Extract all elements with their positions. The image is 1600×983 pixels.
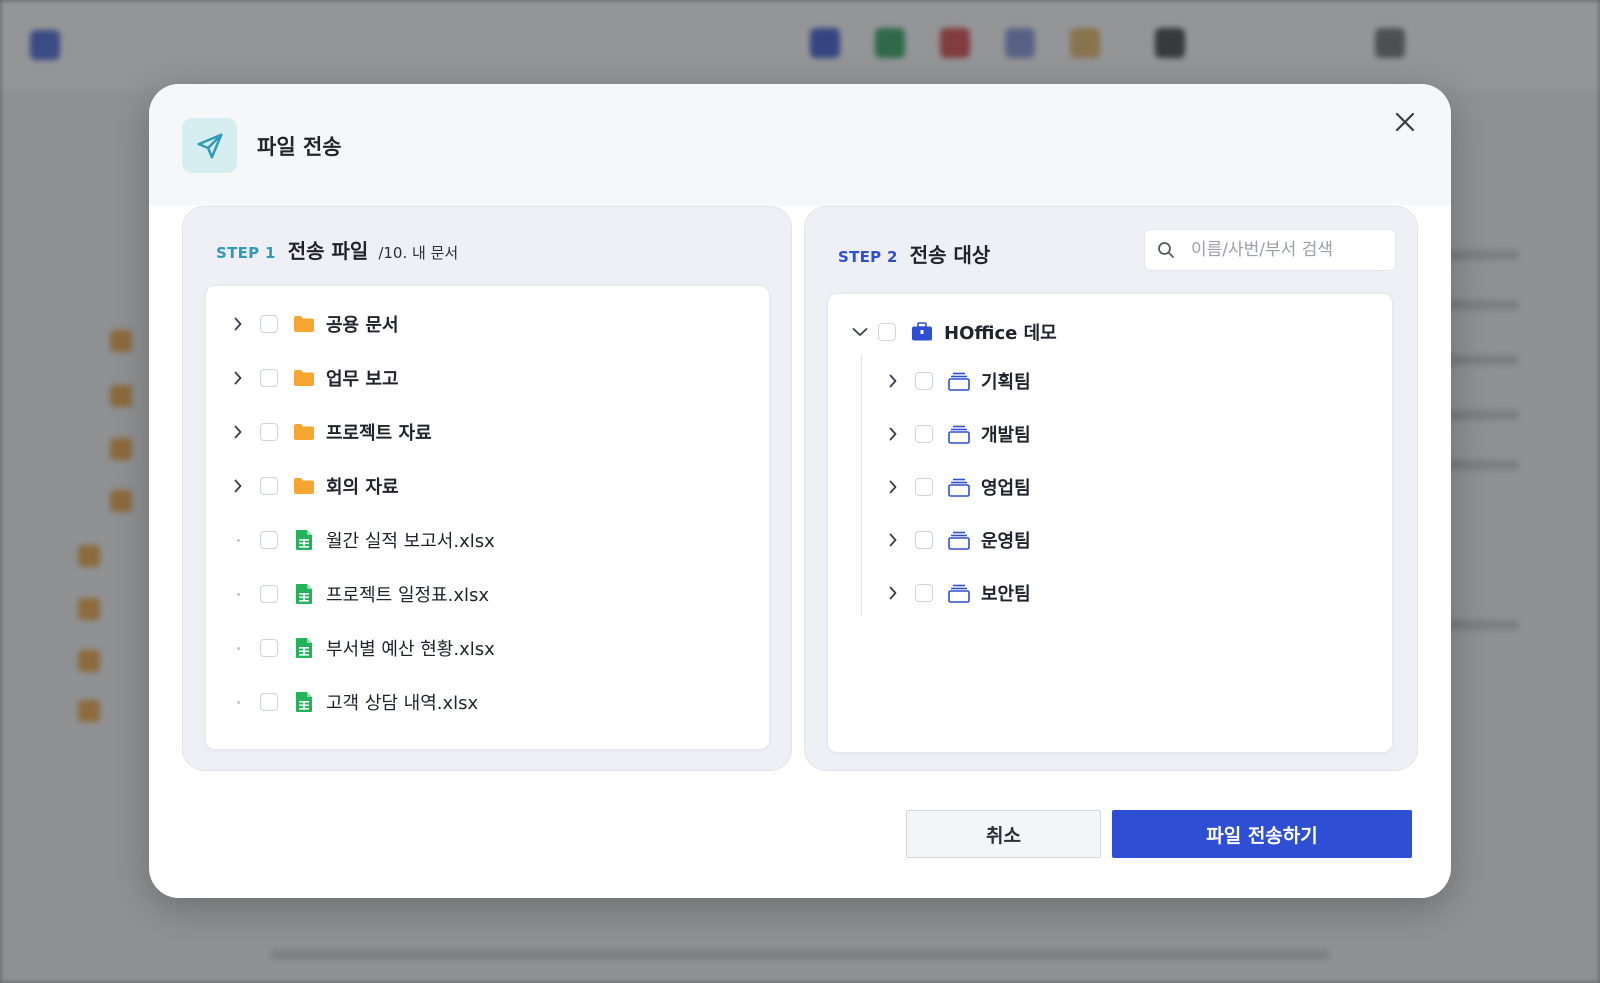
- step2-panel: STEP 2 전송 대상 HOffice 데모 기획팀: [804, 206, 1418, 771]
- checkbox[interactable]: [915, 584, 933, 602]
- list-item[interactable]: 프로젝트 자료: [230, 417, 432, 447]
- step1-label: STEP 1: [216, 244, 276, 262]
- team-icon: [947, 369, 971, 393]
- chevron-right-icon[interactable]: [230, 370, 246, 386]
- team-icon: [947, 528, 971, 552]
- bullet: [230, 646, 246, 650]
- chevron-right-icon[interactable]: [885, 585, 901, 601]
- list-item[interactable]: 고객 상담 내역.xlsx: [230, 687, 478, 717]
- list-item[interactable]: 월간 실적 보고서.xlsx: [230, 525, 495, 555]
- list-item[interactable]: 프로젝트 일정표.xlsx: [230, 579, 489, 609]
- file-list: 공용 문서 업무 보고 프로젝트 자료 회의 자료 월간 실적 보고서.xlsx…: [205, 285, 770, 750]
- chevron-right-icon[interactable]: [885, 479, 901, 495]
- tree-item-label: 영업팀: [981, 478, 1031, 499]
- checkbox[interactable]: [260, 639, 278, 657]
- checkbox[interactable]: [260, 423, 278, 441]
- search-icon: [1158, 242, 1174, 258]
- chevron-right-icon[interactable]: [230, 316, 246, 332]
- checkbox[interactable]: [260, 531, 278, 549]
- team-icon: [947, 581, 971, 605]
- excel-file-icon: [292, 528, 316, 552]
- checkbox[interactable]: [915, 478, 933, 496]
- org-tree: HOffice 데모 기획팀 개발팀 영업팀 운영팀 보안팀: [827, 293, 1393, 753]
- cancel-button[interactable]: 취소: [906, 810, 1101, 858]
- step1-title: 전송 파일: [287, 239, 369, 263]
- step2-title: 전송 대상: [909, 243, 991, 267]
- close-button[interactable]: [1389, 106, 1421, 138]
- tree-root[interactable]: HOffice 데모: [852, 317, 1057, 347]
- checkbox[interactable]: [915, 372, 933, 390]
- list-item-label: 프로젝트 자료: [326, 423, 432, 444]
- list-item-label: 프로젝트 일정표.xlsx: [326, 585, 490, 606]
- checkbox[interactable]: [260, 315, 278, 333]
- dialog-header: 파일 전송: [149, 84, 1451, 206]
- checkbox[interactable]: [260, 585, 278, 603]
- team-icon: [947, 422, 971, 446]
- step1-header: STEP 1 전송 파일 /10. 내 문서: [216, 235, 458, 264]
- step1-panel: STEP 1 전송 파일 /10. 내 문서 공용 문서 업무 보고 프로젝트 …: [182, 206, 792, 771]
- list-item-label: 고객 상담 내역.xlsx: [326, 693, 479, 714]
- send-icon: [182, 118, 237, 173]
- list-item-label: 부서별 예산 현황.xlsx: [326, 639, 495, 660]
- chevron-right-icon[interactable]: [230, 478, 246, 494]
- team-icon: [947, 475, 971, 499]
- excel-file-icon: [292, 636, 316, 660]
- list-item[interactable]: 회의 자료: [230, 471, 399, 501]
- checkbox[interactable]: [915, 531, 933, 549]
- current-path: /10. 내 문서: [378, 244, 459, 262]
- tree-item-label: 보안팀: [981, 584, 1031, 605]
- search-input[interactable]: [1191, 240, 1381, 260]
- close-icon: [1395, 112, 1415, 132]
- bullet: [230, 538, 246, 542]
- checkbox[interactable]: [878, 323, 896, 341]
- tree-item[interactable]: 개발팀: [885, 419, 1031, 449]
- step2-label: STEP 2: [838, 248, 898, 266]
- chevron-right-icon[interactable]: [885, 532, 901, 548]
- chevron-down-icon[interactable]: [852, 324, 868, 340]
- excel-file-icon: [292, 582, 316, 606]
- company-icon: [910, 320, 934, 344]
- chevron-right-icon[interactable]: [885, 426, 901, 442]
- checkbox[interactable]: [260, 477, 278, 495]
- list-item[interactable]: 부서별 예산 현황.xlsx: [230, 633, 495, 663]
- send-file-button[interactable]: 파일 전송하기: [1112, 810, 1412, 858]
- list-item[interactable]: 업무 보고: [230, 363, 399, 393]
- tree-item-label: 개발팀: [981, 425, 1031, 446]
- folder-icon: [292, 420, 316, 444]
- checkbox[interactable]: [260, 369, 278, 387]
- bullet: [230, 700, 246, 704]
- file-transfer-dialog: 파일 전송 STEP 1 전송 파일 /10. 내 문서 공용 문서 업무 보고…: [149, 84, 1451, 898]
- bullet: [230, 592, 246, 596]
- excel-file-icon: [292, 690, 316, 714]
- list-item-label: 회의 자료: [326, 477, 399, 498]
- dialog-title: 파일 전송: [257, 135, 342, 159]
- list-item-label: 월간 실적 보고서.xlsx: [326, 531, 495, 552]
- tree-item-label: 기획팀: [981, 372, 1031, 393]
- tree-item[interactable]: 기획팀: [885, 366, 1031, 396]
- tree-guide-line: [861, 354, 862, 616]
- folder-icon: [292, 312, 316, 336]
- chevron-right-icon[interactable]: [885, 373, 901, 389]
- tree-item[interactable]: 보안팀: [885, 578, 1031, 608]
- list-item-label: 업무 보고: [326, 369, 399, 390]
- checkbox[interactable]: [260, 693, 278, 711]
- list-item-label: 공용 문서: [326, 315, 399, 336]
- tree-item-label: 운영팀: [981, 531, 1031, 552]
- list-item[interactable]: 공용 문서: [230, 309, 399, 339]
- folder-icon: [292, 474, 316, 498]
- tree-root-label: HOffice 데모: [944, 323, 1057, 344]
- folder-icon: [292, 366, 316, 390]
- tree-item[interactable]: 영업팀: [885, 472, 1031, 502]
- chevron-right-icon[interactable]: [230, 424, 246, 440]
- tree-item[interactable]: 운영팀: [885, 525, 1031, 555]
- checkbox[interactable]: [915, 425, 933, 443]
- recipient-search: [1144, 229, 1396, 271]
- step2-header: STEP 2 전송 대상: [838, 239, 990, 268]
